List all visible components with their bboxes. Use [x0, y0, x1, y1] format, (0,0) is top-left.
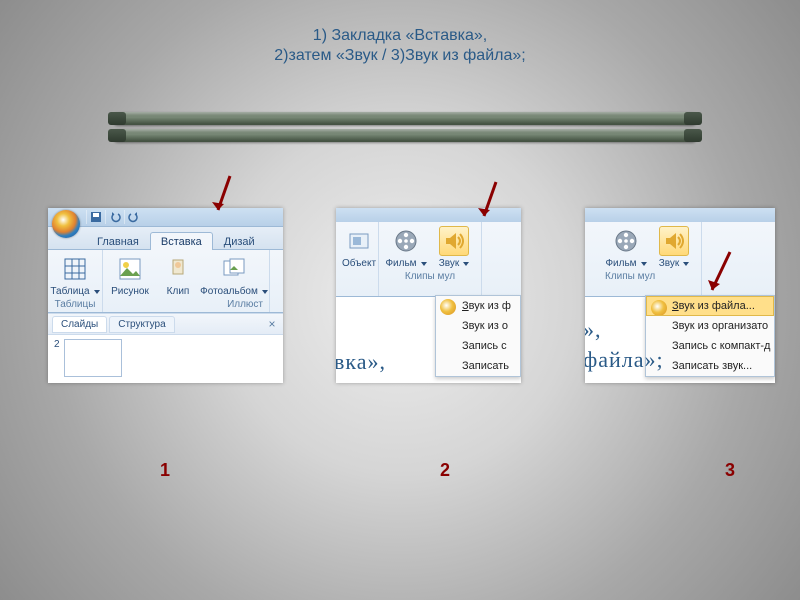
- group-media-label: Клипы мул: [405, 271, 455, 282]
- undo-icon[interactable]: [105, 210, 124, 224]
- qat-buttons: [86, 208, 143, 224]
- film-reel-icon: [391, 226, 421, 256]
- picture-icon: [115, 254, 145, 284]
- arrow-3: [704, 248, 736, 302]
- office-button[interactable]: [52, 210, 80, 238]
- object-label: Объект: [342, 258, 376, 269]
- background-text: вка»,: [336, 349, 386, 375]
- tab-design[interactable]: Дизай: [213, 232, 266, 250]
- movie-button[interactable]: Фильм: [385, 226, 427, 269]
- clip-button[interactable]: Клип: [157, 254, 199, 297]
- slide-stage: 1) Закладка «Вставка», 2)затем «Звук / 3…: [0, 0, 800, 600]
- clip-icon: [163, 254, 193, 284]
- sound-menu-3: Звук из файла... Звук из организато Запи…: [645, 295, 775, 377]
- group-text-fragment: Объект: [336, 222, 379, 296]
- slide-title: 1) Закладка «Вставка», 2)затем «Звук / 3…: [0, 26, 800, 66]
- label-2: 2: [440, 460, 450, 481]
- group-media-3: Фильм Звук Клипы мул: [585, 222, 702, 296]
- movie-button-3[interactable]: Фильм: [605, 226, 647, 269]
- slide-thumbnail-pane: 2: [48, 335, 283, 383]
- ribbon-2: Объект Фильм Звук Клипы мул: [336, 222, 521, 297]
- clip-label: Клип: [167, 286, 190, 297]
- arrow-1: [206, 172, 238, 226]
- screenshot-1: Главная Вставка Дизай Таблица Таблицы Р: [48, 208, 283, 383]
- pane-tab-outline[interactable]: Структура: [109, 316, 174, 333]
- album-button[interactable]: Фотоальбом: [205, 254, 263, 297]
- speaker-small-icon: [651, 300, 667, 316]
- pane-tab-slides[interactable]: Слайды: [52, 316, 107, 333]
- label-3: 3: [725, 460, 735, 481]
- menu-record-cd[interactable]: Запись с: [436, 336, 520, 356]
- table-label: Таблица: [50, 286, 99, 297]
- menu-sound-from-organizer[interactable]: Звук из организато: [646, 316, 774, 336]
- menu-record-cd[interactable]: Запись с компакт-д: [646, 336, 774, 356]
- film-reel-icon: [611, 226, 641, 256]
- arrow-2: [472, 178, 504, 232]
- sound-menu: Звук из ф Звук из о Запись с Записать: [435, 295, 521, 377]
- menu-record-sound[interactable]: Записать: [436, 356, 520, 376]
- slide-number: 2: [54, 339, 60, 379]
- screenshot-2: Объект Фильм Звук Клипы мул: [336, 208, 521, 383]
- group-media: Фильм Звук Клипы мул: [379, 222, 482, 296]
- redo-icon[interactable]: [124, 210, 143, 224]
- picture-button[interactable]: Рисунок: [109, 254, 151, 297]
- title-line-1: 1) Закладка «Вставка»,: [0, 26, 800, 46]
- save-icon[interactable]: [86, 210, 105, 224]
- tab-home[interactable]: Главная: [86, 232, 150, 250]
- screenshot-3: Фильм Звук Клипы мул Звук из файла... Зв…: [585, 208, 775, 383]
- sound-button[interactable]: Звук: [433, 226, 475, 269]
- ribbon-3: Фильм Звук Клипы мул: [585, 222, 775, 297]
- album-label: Фотоальбом: [200, 286, 268, 297]
- slide-thumbnail[interactable]: [64, 339, 122, 377]
- group-tables-label: Таблицы: [55, 299, 96, 310]
- object-button[interactable]: Объект: [342, 226, 376, 269]
- pane-tab-bar: Слайды Структура ×: [48, 313, 283, 335]
- movie-label-3: Фильм: [605, 258, 646, 269]
- speaker-icon: [439, 226, 469, 256]
- sound-button-3[interactable]: Звук: [653, 226, 695, 269]
- decorative-divider: [112, 112, 698, 142]
- picture-label: Рисунок: [111, 286, 149, 297]
- sound-label-3: Звук: [659, 258, 690, 269]
- speaker-icon: [659, 226, 689, 256]
- group-tables: Таблица Таблицы: [48, 250, 103, 312]
- ribbon-tabs: Главная Вставка Дизай: [48, 227, 283, 250]
- table-icon: [60, 254, 90, 284]
- object-icon: [344, 226, 374, 256]
- menu-sound-from-file[interactable]: Звук из ф: [436, 296, 520, 316]
- tab-insert[interactable]: Вставка: [150, 232, 213, 250]
- speaker-small-icon: [440, 299, 456, 315]
- movie-label: Фильм: [385, 258, 426, 269]
- album-icon: [219, 254, 249, 284]
- group-media-label-3: Клипы мул: [605, 271, 655, 282]
- table-button[interactable]: Таблица: [54, 254, 96, 297]
- background-text-2: файла»;: [585, 347, 664, 373]
- ribbon: Таблица Таблицы Рисунок Клип: [48, 250, 283, 313]
- menu-sound-from-organizer[interactable]: Звук из о: [436, 316, 520, 336]
- sound-label: Звук: [439, 258, 470, 269]
- group-illustrations: Рисунок Клип Фотоальбом Иллюст: [103, 250, 270, 312]
- menu-record-sound[interactable]: Записать звук...: [646, 356, 774, 376]
- quick-access-toolbar: [48, 208, 283, 227]
- group-illus-label: Иллюст: [227, 299, 263, 310]
- close-icon[interactable]: ×: [265, 317, 279, 331]
- title-line-2: 2)затем «Звук / 3)Звук из файла»;: [0, 46, 800, 66]
- background-text-1: »,: [585, 317, 602, 343]
- label-1: 1: [160, 460, 170, 481]
